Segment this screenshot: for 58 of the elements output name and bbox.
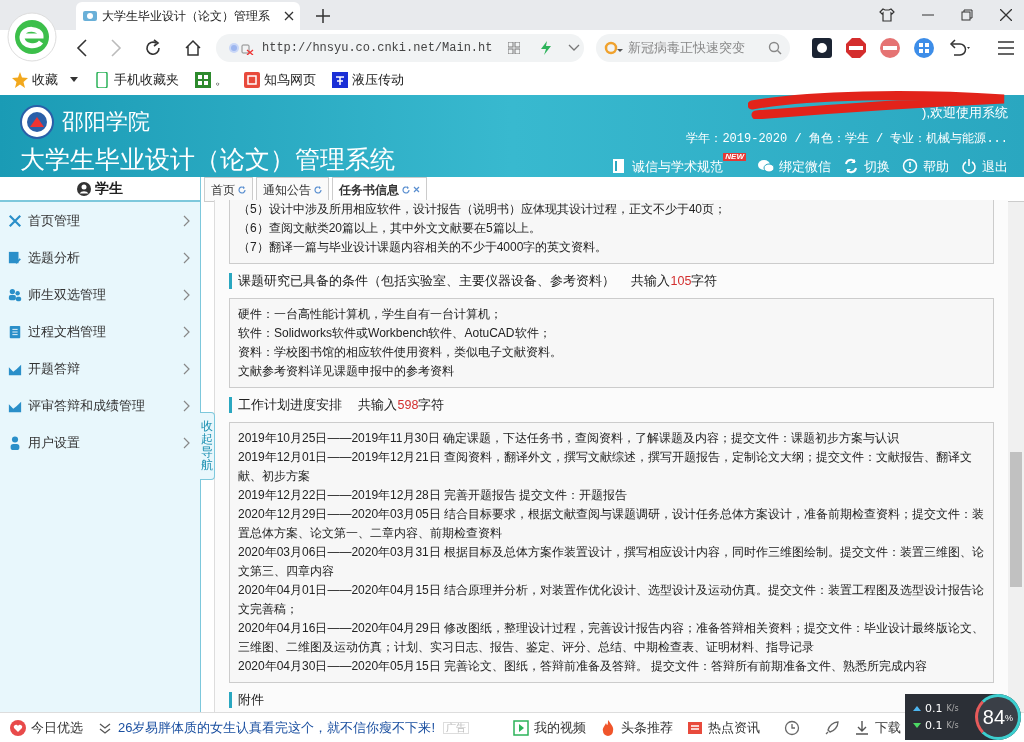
sidebar-item[interactable]: 开题答辩 (0, 350, 200, 387)
text-line: 2020年04月30日——2020年05月15日 完善论文、图纸，答辩前准备及答辩。 提交文件：答辩所有前期准备文件、熟悉所完成内容 (238, 658, 929, 675)
status-bar-link[interactable]: 头条推荐 (600, 717, 674, 738)
text-line: 2019年12月22日——2019年12月28日 完善开题报告 提交文件：开题报告 (238, 487, 629, 504)
collapse-nav-tab[interactable]: 收起导航 (200, 412, 215, 480)
section-heading: 课题研究已具备的条件（包括实验室、主要仪器设备、参考资料） 共输入105字符 (229, 273, 994, 289)
speed-value: 0.1 (925, 718, 943, 734)
bookmark-link[interactable]: 知鸟网页 (244, 70, 316, 90)
sidebar-item[interactable]: 选题分析 (0, 239, 200, 276)
search-field[interactable]: 新冠病毒正快速突变 (596, 33, 790, 62)
sidebar-item[interactable]: 过程文档管理 (0, 313, 200, 350)
bookmark-link[interactable]: 。 (195, 70, 228, 90)
page-tab[interactable]: 首页 (204, 177, 253, 201)
bookmark-link[interactable]: 收藏 (12, 70, 78, 90)
user-info: 学年：2019-2020 / 角色：学生 / 专业：机械与能源... (686, 130, 1008, 148)
status-bar-link[interactable]: 26岁易胖体质的女生认真看完这个，就不信你瘦不下来! (97, 717, 436, 738)
status-bar-link[interactable]: 下载 (854, 717, 902, 738)
address-bar[interactable]: http://hnsyu.co.cnki.net/Main.ht (216, 33, 584, 62)
speed-value: 0.1 (925, 701, 943, 717)
sidebar-item[interactable]: 用户设置 (0, 424, 200, 461)
text-line: （6）查阅文献类20篇以上，其中外文文献要在5篇以上。 (238, 220, 542, 237)
status-bar-link[interactable]: 热点资讯 (687, 717, 761, 738)
system-title: 大学生毕业设计（论文）管理系统 (20, 147, 395, 172)
speed-unit: K/s (946, 703, 959, 715)
gauge-unit: % (1005, 712, 1014, 723)
page-tab[interactable]: 任务书信息 (332, 177, 427, 201)
bookmark-link[interactable]: 液压传动 (332, 70, 404, 90)
sidebar-item[interactable]: 评审答辩和成绩管理 (0, 387, 200, 424)
status-bar-link[interactable]: 今日优选 (10, 717, 83, 738)
sidebar-title: 学生 (95, 179, 123, 198)
new-badge: NEW (723, 152, 746, 161)
text-line: 2019年10月25日——2019年11月30日 确定课题，下达任务书，查阅资料，了解课题及内容；提交文件：课题初步方案与认识 (238, 430, 901, 447)
page-tab[interactable]: 通知公告 (256, 177, 329, 201)
status-bar-link[interactable]: 我的视频 (513, 717, 587, 738)
text-line: （7）翻译一篇与毕业设计课题内容相关的不少于4000字的英文资料。 (238, 239, 609, 256)
text-line: 硬件：一台高性能计算机，学生自有一台计算机； (238, 306, 503, 323)
sidebar-item[interactable]: 师生双选管理 (0, 276, 200, 313)
browser-tab[interactable]: 大学生毕业设计（论文）管理系 (76, 2, 300, 30)
section-heading: 工作计划进度安排 共输入598字符 (229, 397, 994, 413)
text-line: 2020年04月16日——2020年04月29日 修改图纸，整理设计过程，完善设计报告内容；准备答辩相关资料；提交文件：毕业设计最终版论文、三维图、二维图及运动仿真；计划、实习日志、报告、鉴定、评分、总结、中期检查表、证明材料、指导记录 (238, 620, 985, 656)
text-line: 2020年12月29日——2020年03月05日 结合目标要求，根据文献查阅与课题调研，设计任务总体方案设计，准备前期检查资料；提交文件：装置总体方案、论文第一、二章内容、前期检查资料 (238, 506, 985, 542)
text-line: 软件：Solidworks软件或Workbench软件、AotuCAD软件； (238, 325, 552, 342)
ad-label: 广告 (443, 721, 470, 734)
gauge-percent: 84 (982, 707, 1006, 727)
text-line: 文献参考资料详见课题申报中的参考资料 (238, 363, 455, 380)
sidebar-item[interactable]: 首页管理 (0, 202, 200, 239)
text-line: 2019年12月01日——2019年12月21日 查阅资料，翻译外文，撰写文献综述，撰写开题报告，定制论文大纲；提交文件：文献报告、翻译文献、初步方案 (238, 449, 974, 485)
text-line: （5）设计中涉及所用相应软件，设计报告（说明书）应体现其设计过程，正文不少于40页； (238, 201, 728, 218)
bookmark-link[interactable]: 手机收藏夹 (94, 70, 179, 90)
url-text[interactable]: http://hnsyu.co.cnki.net/Main.ht (262, 38, 493, 57)
text-line: 资料：学校图书馆的相应软件使用资料，类似电子文献资料。 (238, 344, 563, 361)
tab-title: 大学生毕业设计（论文）管理系 (102, 8, 271, 25)
welcome-text: ),欢迎使用系统 (922, 105, 1008, 120)
speed-unit: K/s (946, 720, 959, 732)
school-name: 邵阳学院 (62, 111, 150, 133)
search-input[interactable]: 新冠病毒正快速突变 (628, 37, 764, 58)
text-line: 2020年03月06日——2020年03月31日 根据目标及总体方案作装置设计，撰写相应设计内容，同时作三维图绘制。提交文件：装置三维图、论文第三、四章内容 (238, 544, 985, 580)
text-line: 2020年04月01日——2020年04月15日 结合原理并分析，对装置作优化设计、选型设计及运动仿真。提交文件：装置工程图及选型设计报告论文完善稿； (238, 582, 985, 618)
